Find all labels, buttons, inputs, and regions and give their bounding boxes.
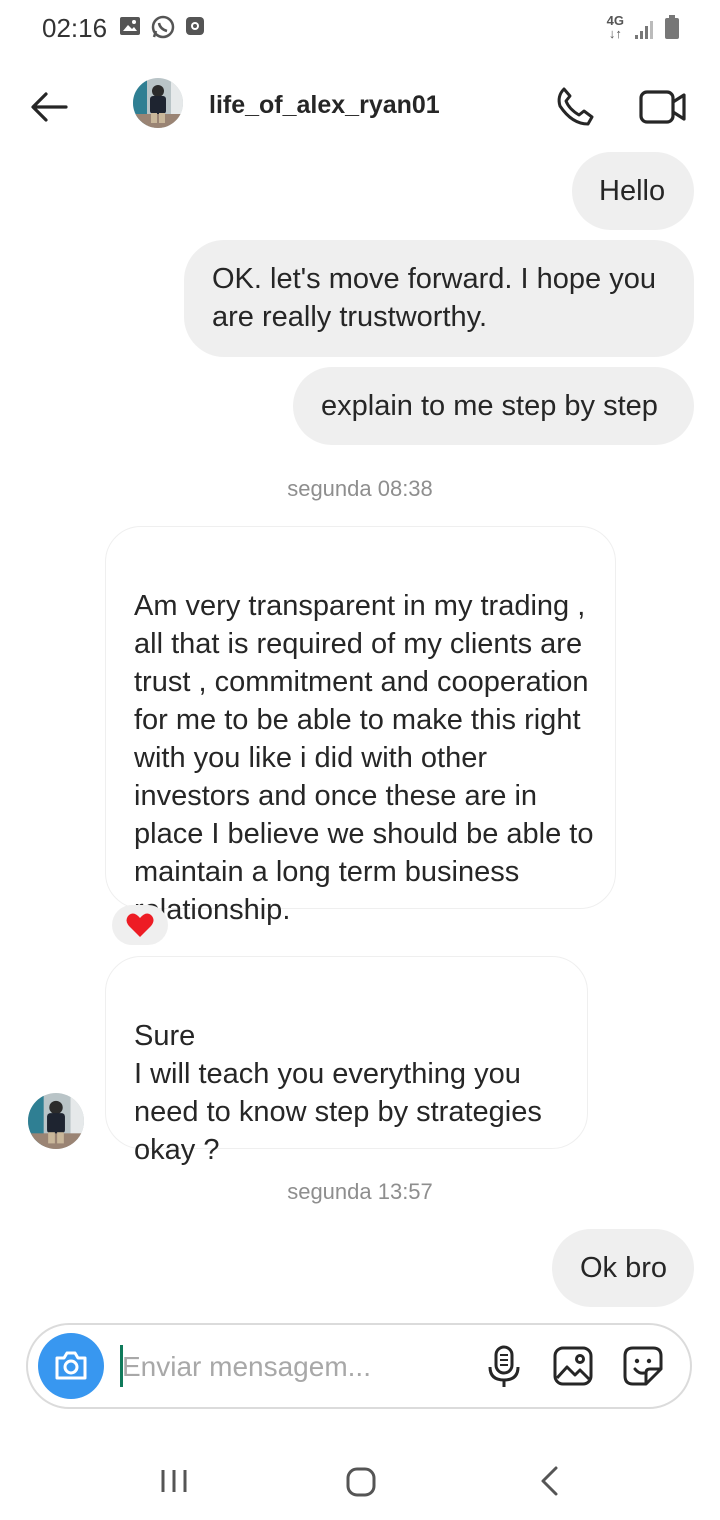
message-timestamp: segunda 13:57 bbox=[287, 1179, 433, 1204]
message-outgoing[interactable]: Hello bbox=[572, 152, 694, 230]
status-system-icons: 4G ↓↑ bbox=[607, 14, 680, 40]
camera-button[interactable] bbox=[38, 1333, 104, 1399]
gallery-icon[interactable] bbox=[552, 1345, 594, 1387]
phone-icon[interactable] bbox=[552, 84, 598, 130]
heart-icon bbox=[126, 913, 154, 937]
video-camera-icon[interactable] bbox=[638, 84, 688, 130]
sticker-icon[interactable] bbox=[622, 1345, 664, 1387]
message-timestamp: segunda 08:38 bbox=[287, 476, 433, 501]
message-outgoing[interactable]: OK. let's move forward. I hope you are r… bbox=[184, 240, 694, 357]
camera-icon bbox=[55, 1351, 87, 1380]
microphone-icon[interactable] bbox=[484, 1345, 524, 1389]
home-icon[interactable] bbox=[345, 1466, 377, 1498]
message-outgoing[interactable]: explain to me step by step bbox=[293, 367, 694, 445]
chat-username[interactable]: life_of_alex_ryan01 bbox=[209, 91, 440, 120]
network-label: 4G bbox=[606, 13, 624, 28]
back-nav-icon[interactable] bbox=[538, 1465, 560, 1497]
reaction-badge[interactable] bbox=[112, 905, 168, 945]
status-time: 02:16 bbox=[42, 13, 108, 43]
image-icon bbox=[120, 17, 140, 35]
avatar[interactable] bbox=[133, 78, 183, 128]
message-text: explain to me step by step bbox=[321, 390, 658, 422]
network-4g-icon: 4G ↓↑ bbox=[606, 13, 624, 41]
chat-header: life_of_alex_ryan01 bbox=[0, 60, 720, 150]
message-text: Ok bro bbox=[580, 1252, 668, 1284]
recent-apps-icon[interactable] bbox=[158, 1468, 190, 1494]
message-outgoing[interactable]: Ok bro bbox=[552, 1229, 694, 1307]
message-incoming[interactable]: Sure I will teach you everything you nee… bbox=[105, 956, 588, 1166]
signal-icon bbox=[635, 21, 653, 39]
arrow-left-icon[interactable] bbox=[26, 84, 72, 130]
whatsapp-icon bbox=[151, 15, 175, 39]
status-bar: 02:16 4G ↓↑ bbox=[0, 0, 720, 56]
message-text: Sure I will teach you everything you nee… bbox=[134, 1020, 542, 1166]
message-composer bbox=[26, 1323, 692, 1409]
record-icon bbox=[186, 17, 204, 35]
system-nav-bar bbox=[0, 1440, 720, 1520]
battery-icon bbox=[665, 15, 679, 39]
message-input[interactable] bbox=[120, 1343, 464, 1391]
message-text: Hello bbox=[599, 175, 666, 207]
message-text: Am very transparent in my trading , all … bbox=[134, 590, 594, 926]
message-text: OK. let's move forward. I hope you are r… bbox=[212, 263, 656, 333]
status-notification-icons bbox=[118, 14, 206, 40]
sender-avatar[interactable] bbox=[28, 1093, 84, 1149]
text-caret bbox=[120, 1345, 123, 1387]
message-incoming[interactable]: Am very transparent in my trading , all … bbox=[105, 526, 616, 926]
